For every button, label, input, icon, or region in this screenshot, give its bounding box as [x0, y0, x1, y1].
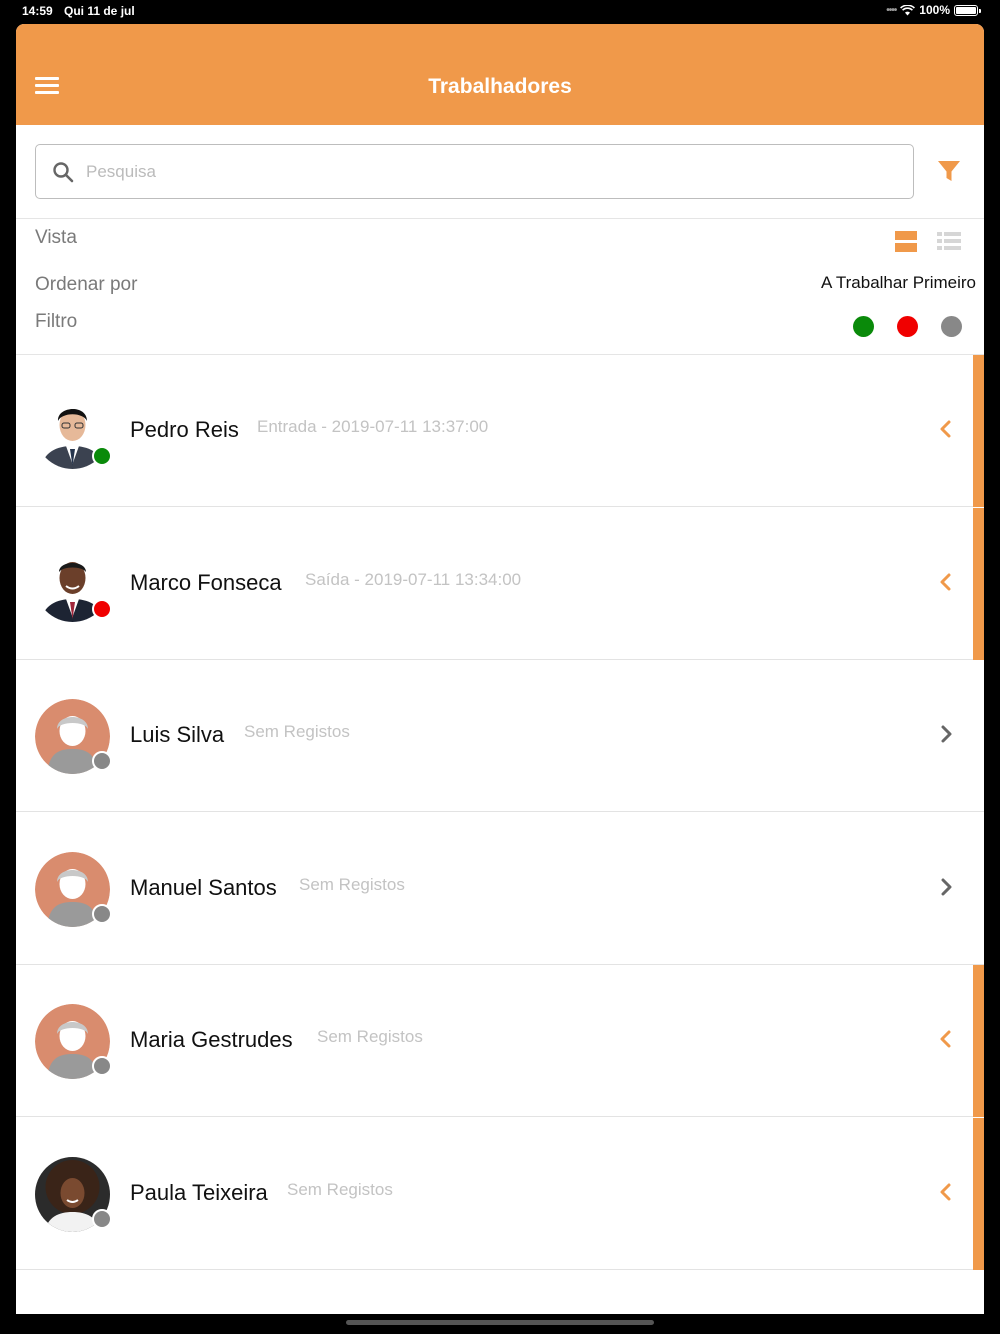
worker-status-dot — [92, 598, 112, 619]
worker-row[interactable]: Pedro Reis Entrada - 2019-07-11 13:37:00 — [16, 355, 984, 507]
swipe-actions-handle[interactable] — [973, 965, 984, 1117]
worker-last-record: Sem Registos — [299, 874, 405, 894]
chevron-left-icon[interactable] — [938, 571, 954, 593]
chevron-right-icon[interactable] — [938, 723, 954, 745]
page-title: Trabalhadores — [428, 75, 572, 98]
worker-row[interactable]: Maria Gestrudes Sem Registos — [16, 965, 984, 1117]
home-indicator — [346, 1320, 654, 1325]
status-bar: 14:59 Qui 11 de jul •••• 100% — [0, 0, 1000, 24]
battery-percent: 100% — [919, 3, 950, 17]
worker-status-dot — [92, 751, 112, 771]
worker-last-record: Entrada - 2019-07-11 13:37:00 — [257, 417, 489, 436]
card-view-icon[interactable] — [895, 231, 917, 252]
worker-last-record: Saída - 2019-07-11 13:34:00 — [305, 569, 522, 589]
status-time: 14:59 — [22, 4, 53, 18]
worker-name: Luis Silva — [130, 722, 225, 747]
list-view-icon[interactable] — [937, 232, 961, 250]
worker-status-dot — [92, 1056, 112, 1076]
battery-icon — [954, 4, 981, 16]
sort-label: Ordenar por — [35, 274, 138, 295]
search-input[interactable] — [86, 155, 886, 189]
worker-name: Marco Fonseca — [130, 569, 282, 595]
worker-row[interactable]: Paula Teixeira Sem Registos — [16, 1117, 984, 1270]
worker-status-dot — [92, 1208, 112, 1229]
swipe-actions-handle[interactable] — [973, 355, 984, 507]
wifi-icon — [900, 4, 916, 15]
worker-name: Maria Gestrudes — [130, 1027, 293, 1052]
worker-name: Pedro Reis — [130, 417, 239, 442]
chevron-left-icon[interactable] — [938, 1028, 954, 1050]
worker-status-dot — [92, 903, 112, 924]
chevron-right-icon[interactable] — [938, 876, 954, 898]
view-label: Vista — [35, 227, 77, 248]
worker-name: Paula Teixeira — [130, 1179, 268, 1205]
filter-no-records-dot[interactable] — [941, 316, 962, 337]
signal-dots-icon: •••• — [886, 4, 897, 16]
worker-last-record: Sem Registos — [317, 1027, 423, 1046]
top-bar: Trabalhadores — [16, 24, 984, 125]
filter-funnel-icon[interactable] — [935, 157, 963, 185]
chevron-left-icon[interactable] — [938, 418, 954, 440]
worker-row[interactable]: Luis Silva Sem Registos — [16, 660, 984, 812]
worker-last-record: Sem Registos — [244, 722, 350, 741]
worker-row[interactable]: Manuel Santos Sem Registos — [16, 813, 984, 965]
sort-selector[interactable]: A Trabalhar Primeiro — [821, 273, 976, 293]
worker-row[interactable]: Marco Fonseca Saída - 2019-07-11 13:34:00 — [16, 507, 984, 660]
worker-name: Manuel Santos — [130, 874, 277, 900]
search-icon — [53, 162, 74, 183]
search-box[interactable] — [35, 144, 914, 199]
status-indicators: •••• 100% — [886, 3, 981, 17]
swipe-actions-handle[interactable] — [973, 507, 984, 660]
worker-status-dot — [92, 446, 112, 466]
filter-label: Filtro — [35, 311, 78, 332]
chevron-left-icon[interactable] — [938, 1181, 954, 1203]
app-window: Trabalhadores Vista Ordenar por A Trabal… — [16, 24, 984, 1314]
status-date: Qui 11 de jul — [64, 4, 135, 18]
swipe-actions-handle[interactable] — [973, 1117, 984, 1270]
divider — [16, 218, 984, 219]
filter-left-dot[interactable] — [897, 316, 918, 337]
filter-working-dot[interactable] — [853, 316, 874, 337]
worker-last-record: Sem Registos — [287, 1179, 393, 1199]
